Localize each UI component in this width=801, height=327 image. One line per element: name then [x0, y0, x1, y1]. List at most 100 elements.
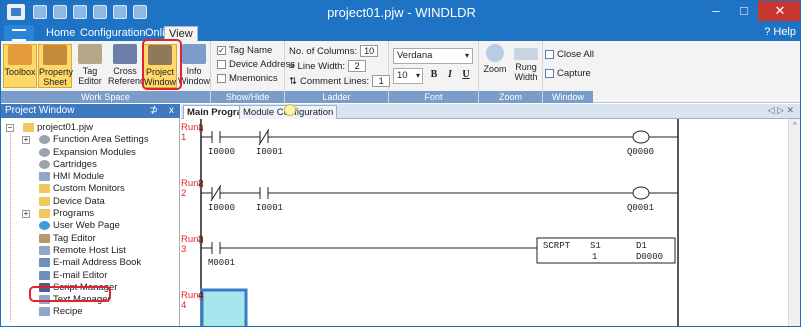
chevron-down-icon: ▾: [415, 71, 420, 80]
project-window-header: Project Window ⊅ x: [1, 104, 180, 118]
gear-icon: [39, 159, 50, 169]
operand-label: I0001: [256, 203, 284, 213]
property-sheet-button[interactable]: Property Sheet: [38, 44, 73, 88]
tree-item-tag-editor[interactable]: Tag Editor: [1, 233, 180, 245]
instruction-name: SCRPT: [543, 241, 571, 251]
font-name-value: Verdana: [397, 50, 433, 61]
maximize-button[interactable]: □: [730, 1, 758, 21]
tree-item-label: Expansion Modules: [53, 146, 136, 158]
underline-button[interactable]: U: [459, 68, 473, 82]
comment-lines-stepper[interactable]: 1: [372, 75, 391, 87]
toolbox-button[interactable]: Toolbox: [3, 44, 37, 88]
capture-label: Capture: [557, 68, 591, 79]
tree-item-label: project01.pjw: [37, 122, 93, 133]
rung-number: 2: [181, 188, 187, 199]
group-window: Close All Capture Window: [543, 41, 594, 103]
tree-item-label: Remote Host List: [53, 244, 126, 256]
vertical-scrollbar[interactable]: [788, 119, 800, 326]
doc-icon: [39, 172, 50, 182]
folder-icon: [23, 122, 34, 132]
info-icon: [182, 44, 206, 64]
group-label-window: Window: [543, 91, 593, 103]
zoom-button[interactable]: Zoom: [480, 44, 510, 88]
tab-configuration[interactable]: Configuration: [76, 26, 149, 41]
help-button[interactable]: ? Help: [764, 26, 796, 38]
tree-item-project01-pjw[interactable]: − project01.pjw: [1, 122, 180, 134]
tab-scroll-arrows[interactable]: ◁ ▷ ✕: [768, 105, 794, 116]
tree-item-label: HMI Module: [53, 171, 105, 183]
project-window-title: Project Window: [5, 105, 75, 116]
font-size-select[interactable]: 10 ▾: [393, 68, 423, 84]
cross-reference-icon: [113, 44, 137, 64]
rung-index: 3: [198, 234, 204, 245]
close-button[interactable]: ✕: [758, 1, 800, 21]
ribbon-tabs: Home Configuration Online View ? Help: [1, 24, 800, 41]
tree-item-device-data[interactable]: Device Data: [1, 196, 180, 208]
tree-item-label: Tag Editor: [53, 232, 96, 244]
doc-icon: [39, 307, 50, 317]
cross-reference-button[interactable]: Cross Reference: [108, 44, 150, 88]
file-menu-button[interactable]: [4, 25, 34, 41]
ladder-canvas[interactable]: Rung 1 1 Rung 2 2 Rung 3 3 Rung 4 4 I0000 I0001 …: [181, 119, 800, 326]
tree-item-function-area-settings[interactable]: + Function Area Settings: [1, 134, 180, 146]
expand-icon[interactable]: +: [22, 210, 30, 219]
tag-name-checkbox[interactable]: ✓ Tag Name: [217, 45, 272, 56]
minimize-button[interactable]: –: [702, 1, 730, 21]
coil-q0000: [632, 130, 650, 144]
comment-lines-control: ⇅ Comment Lines: 1: [289, 75, 391, 87]
tree-item-custom-monitors[interactable]: Custom Monitors: [1, 183, 180, 195]
font-size-value: 10: [397, 70, 408, 81]
device-address-checkbox[interactable]: Device Address: [217, 59, 295, 70]
tree-item-e-mail-address-book[interactable]: E-mail Address Book: [1, 257, 180, 269]
rung-index: 4: [198, 290, 204, 301]
coil-q0001: [632, 186, 650, 200]
mnemonics-checkbox[interactable]: Mnemonics: [217, 73, 278, 84]
tag-icon: [78, 44, 102, 64]
pin-icon[interactable]: ⊅: [150, 104, 158, 118]
new-tab-icon[interactable]: [284, 104, 296, 116]
tree-item-hmi-module[interactable]: HMI Module: [1, 171, 180, 183]
close-all-button[interactable]: Close All: [545, 49, 594, 60]
checkbox-checked-icon: ✓: [217, 46, 226, 55]
tree-item-e-mail-editor[interactable]: E-mail Editor: [1, 270, 180, 282]
checkbox-icon: [217, 60, 226, 69]
line-width-label: Line Width:: [297, 60, 346, 72]
info-window-button[interactable]: Info Window: [177, 44, 211, 88]
tree-item-expansion-modules[interactable]: Expansion Modules: [1, 147, 180, 159]
group-label-workspace: Work Space: [1, 91, 210, 103]
font-name-select[interactable]: Verdana ▾: [393, 48, 473, 64]
rung-width-button[interactable]: Rung Width: [510, 44, 542, 88]
editor-tabs: Main Program Module Configuration ◁ ▷ ✕: [181, 104, 800, 119]
expand-icon[interactable]: +: [22, 136, 30, 145]
close-all-icon: [545, 50, 554, 59]
folder-icon: [39, 209, 50, 219]
tree-item-cartridges[interactable]: Cartridges: [1, 159, 180, 171]
italic-button[interactable]: I: [443, 68, 457, 82]
bold-button[interactable]: B: [427, 68, 441, 82]
gear-icon: [39, 135, 50, 145]
tree-item-label: Custom Monitors: [53, 183, 125, 195]
tree-item-recipe[interactable]: Recipe: [1, 306, 180, 318]
rung-number: 3: [181, 244, 187, 255]
capture-button[interactable]: Capture: [545, 68, 591, 79]
group-label-zoom: Zoom: [479, 91, 542, 103]
rung-number: 4: [181, 300, 187, 311]
tree-item-remote-host-list[interactable]: Remote Host List: [1, 245, 180, 257]
help-icon: ?: [764, 26, 771, 38]
columns-stepper[interactable]: 10: [360, 45, 379, 57]
collapse-icon[interactable]: −: [6, 124, 14, 132]
rung-width-label: Rung Width: [514, 62, 538, 82]
rung-index: 2: [198, 178, 204, 189]
close-icon[interactable]: x: [169, 104, 174, 118]
tree-item-user-web-page[interactable]: User Web Page: [1, 220, 180, 232]
tab-home[interactable]: Home: [42, 26, 79, 41]
operand-label: I0000: [208, 203, 236, 213]
rung-label-2: Rung 2 2: [181, 179, 225, 199]
group-font: Verdana ▾ 10 ▾ B I U Font: [389, 41, 479, 103]
tree-item-programs[interactable]: + Programs: [1, 208, 180, 220]
tag-editor-button[interactable]: Tag Editor: [73, 44, 107, 88]
group-label-font: Font: [389, 91, 478, 103]
toolbox-label: Toolbox: [4, 67, 36, 77]
rung-label-4: Rung 4 4: [181, 291, 225, 311]
line-width-stepper[interactable]: 2: [348, 60, 367, 72]
